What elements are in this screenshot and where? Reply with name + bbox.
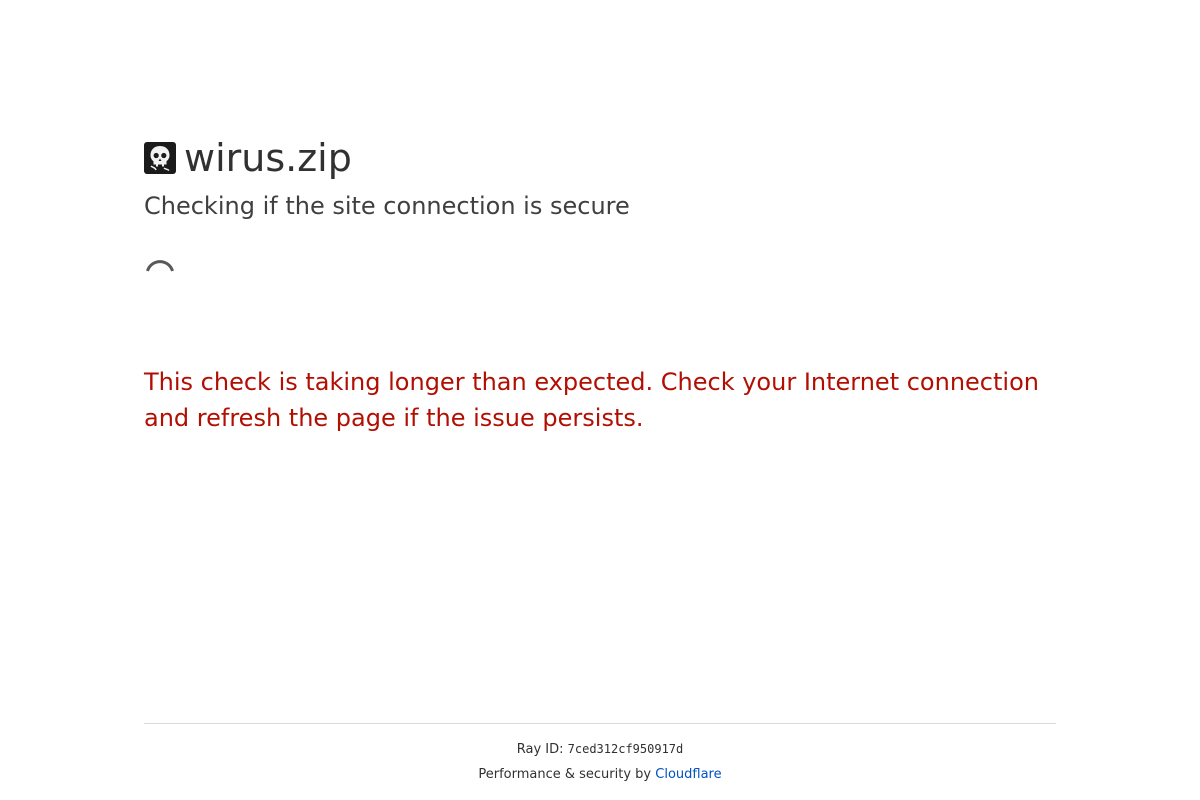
ray-id-label: Ray ID: — [516, 742, 564, 757]
timeout-warning: This check is taking longer than expecte… — [144, 368, 1039, 432]
site-title: wirus.zip — [184, 136, 352, 180]
challenge-page: wirus.zip Checking if the site connectio… — [0, 0, 1200, 800]
skull-favicon-icon — [144, 142, 176, 174]
cloudflare-link[interactable]: Cloudflare — [655, 767, 721, 782]
performance-text: Performance & security by — [478, 767, 652, 782]
ray-id-value: 7ced312cf950917d — [567, 742, 684, 756]
loading-spinner-icon — [146, 260, 174, 272]
status-subtitle: Checking if the site connection is secur… — [144, 192, 630, 220]
footer-divider — [144, 723, 1056, 724]
performance-row: Performance & security by Cloudflare — [0, 765, 1200, 785]
footer: Ray ID: 7ced312cf950917d Performance & s… — [0, 739, 1200, 785]
ray-id-row: Ray ID: 7ced312cf950917d — [0, 739, 1200, 759]
site-header: wirus.zip — [144, 134, 352, 182]
